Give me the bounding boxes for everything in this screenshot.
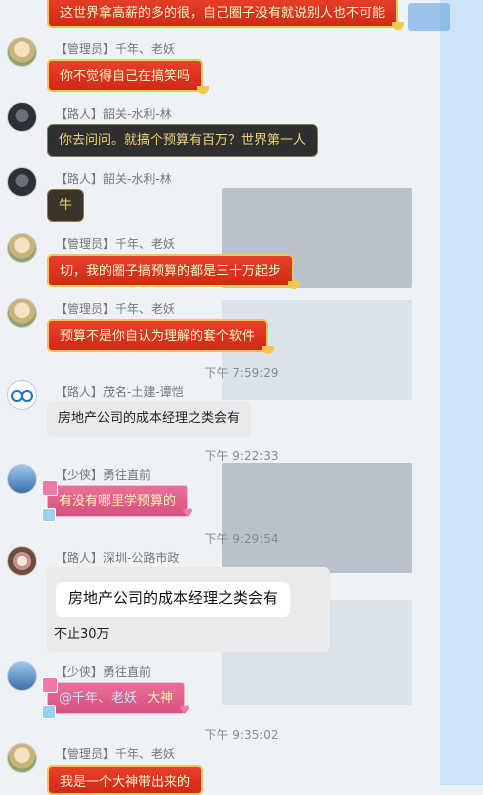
sender-name: 【管理员】千年、老妖 [55, 42, 176, 56]
sender-name: 【路人】深圳-公路市政 [55, 551, 180, 565]
sender-name: 【管理员】千年、老妖 [55, 302, 176, 316]
bubble-decoration [392, 22, 405, 30]
avatar[interactable] [7, 464, 37, 494]
gift-icon [42, 508, 56, 522]
message-text: 切，我的圈子搞预算的都是三十万起步 [60, 264, 282, 279]
message-text: 你不觉得自己在搞笑吗 [60, 69, 191, 84]
message-text: 这世界拿高薪的多的很，自己圈子没有就说别人也不可能 [60, 6, 386, 21]
timestamp: 下午 9:35:02 [204, 728, 279, 742]
message-bubble[interactable]: 房地产公司的成本经理之类会有 不止30万 [47, 567, 330, 652]
message-bubble[interactable]: @千年、老妖 大神 ♥ [42, 677, 190, 719]
message-bubble[interactable]: 这世界拿高薪的多的很，自己圈子没有就说别人也不可能 [47, 0, 405, 30]
timestamp: 下午 9:29:54 [204, 532, 279, 546]
message-text: 房地产公司的成本经理之类会有 [58, 411, 241, 426]
sender-name: 【路人】茂名-土建-谭恺 [55, 385, 184, 399]
message-bubble[interactable]: 有没有哪里学预算的 ♥ [42, 480, 193, 522]
gift-icon [42, 705, 56, 719]
message-text: 预算不是你自认为理解的套个软件 [60, 329, 256, 344]
message-text: 有没有哪里学预算的 [59, 494, 177, 509]
sender-name: 【管理员】千年、老妖 [55, 237, 176, 251]
heart-icon: ♥ [182, 506, 194, 520]
bubble-decoration [197, 86, 210, 94]
avatar[interactable] [7, 233, 37, 263]
avatar[interactable] [7, 546, 37, 576]
avatar[interactable] [7, 102, 37, 132]
message-text: 大神 [147, 691, 174, 706]
sender-name: 【路人】韶关-水利-林 [55, 107, 172, 121]
message-bubble[interactable]: 切，我的圈子搞预算的都是三十万起步 [47, 254, 301, 289]
sender-name: 【少侠】勇往直前 [55, 468, 152, 482]
avatar[interactable] [7, 661, 37, 691]
timestamp: 下午 9:22:33 [204, 449, 279, 463]
message-bubble[interactable]: 你不觉得自己在搞笑吗 [47, 59, 210, 94]
sender-name: 【少侠】勇往直前 [55, 665, 152, 679]
message-bubble[interactable]: 牛 [47, 189, 85, 222]
mention-link[interactable]: @千年、老妖 [59, 691, 137, 706]
avatar[interactable] [7, 380, 37, 410]
timestamp: 下午 7:59:29 [204, 366, 279, 380]
background-panel [440, 0, 483, 785]
message-text: 你去问问。就搞个预算有百万？世界第一人 [59, 133, 307, 148]
avatar[interactable] [7, 167, 37, 197]
sender-name: 【路人】韶关-水利-林 [55, 172, 172, 186]
quoted-text: 房地产公司的成本经理之类会有 [68, 589, 279, 607]
quoted-message[interactable]: 房地产公司的成本经理之类会有 [56, 582, 291, 617]
avatar[interactable] [7, 37, 37, 67]
avatar[interactable] [7, 743, 37, 773]
message-text: 不止30万 [54, 627, 110, 642]
message-text: 牛 [59, 198, 73, 213]
message-bubble[interactable]: 预算不是你自认为理解的套个软件 [47, 319, 275, 354]
avatar[interactable] [7, 298, 37, 328]
message-bubble[interactable]: 房地产公司的成本经理之类会有 [47, 401, 252, 437]
glasses-icon [11, 390, 33, 402]
gift-icon [42, 677, 58, 693]
message-text: 我是一个大神带出来的 [60, 775, 191, 790]
message-bubble[interactable]: 我是一个大神带出来的 [47, 765, 204, 795]
background-button [408, 3, 450, 31]
heart-icon: ♥ [179, 703, 191, 717]
gift-icon [42, 480, 58, 496]
background-image [222, 463, 412, 573]
sender-name: 【管理员】千年、老妖 [55, 747, 176, 761]
message-bubble[interactable]: 你去问问。就搞个预算有百万？世界第一人 [47, 124, 319, 157]
